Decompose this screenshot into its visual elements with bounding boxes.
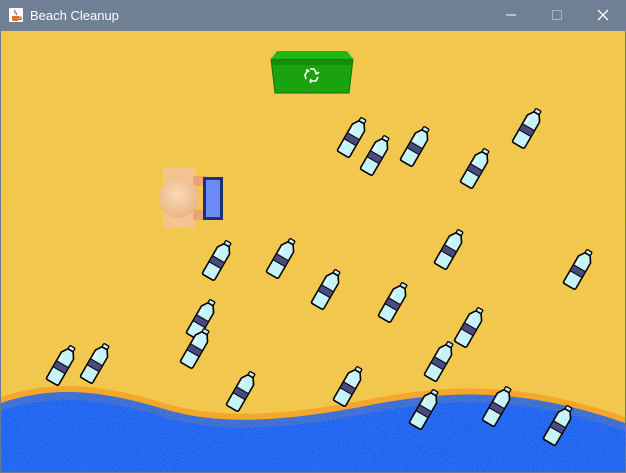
player[interactable] bbox=[159, 168, 223, 228]
beach-scene[interactable] bbox=[1, 31, 625, 472]
game-canvas[interactable] bbox=[1, 31, 625, 472]
minimize-button[interactable] bbox=[488, 0, 534, 31]
minimize-icon bbox=[506, 14, 516, 16]
java-coffee-cup-icon bbox=[9, 8, 23, 22]
close-button[interactable] bbox=[580, 0, 626, 31]
maximize-icon bbox=[552, 10, 562, 20]
player-head bbox=[159, 178, 199, 218]
title-bar[interactable]: Beach Cleanup bbox=[0, 0, 626, 31]
window-title: Beach Cleanup bbox=[30, 8, 119, 23]
player-tray-inner bbox=[206, 180, 220, 217]
maximize-button[interactable] bbox=[534, 0, 580, 31]
recycle-bin[interactable] bbox=[270, 51, 354, 94]
close-icon bbox=[597, 9, 609, 21]
app-window: Beach Cleanup bbox=[0, 0, 626, 473]
